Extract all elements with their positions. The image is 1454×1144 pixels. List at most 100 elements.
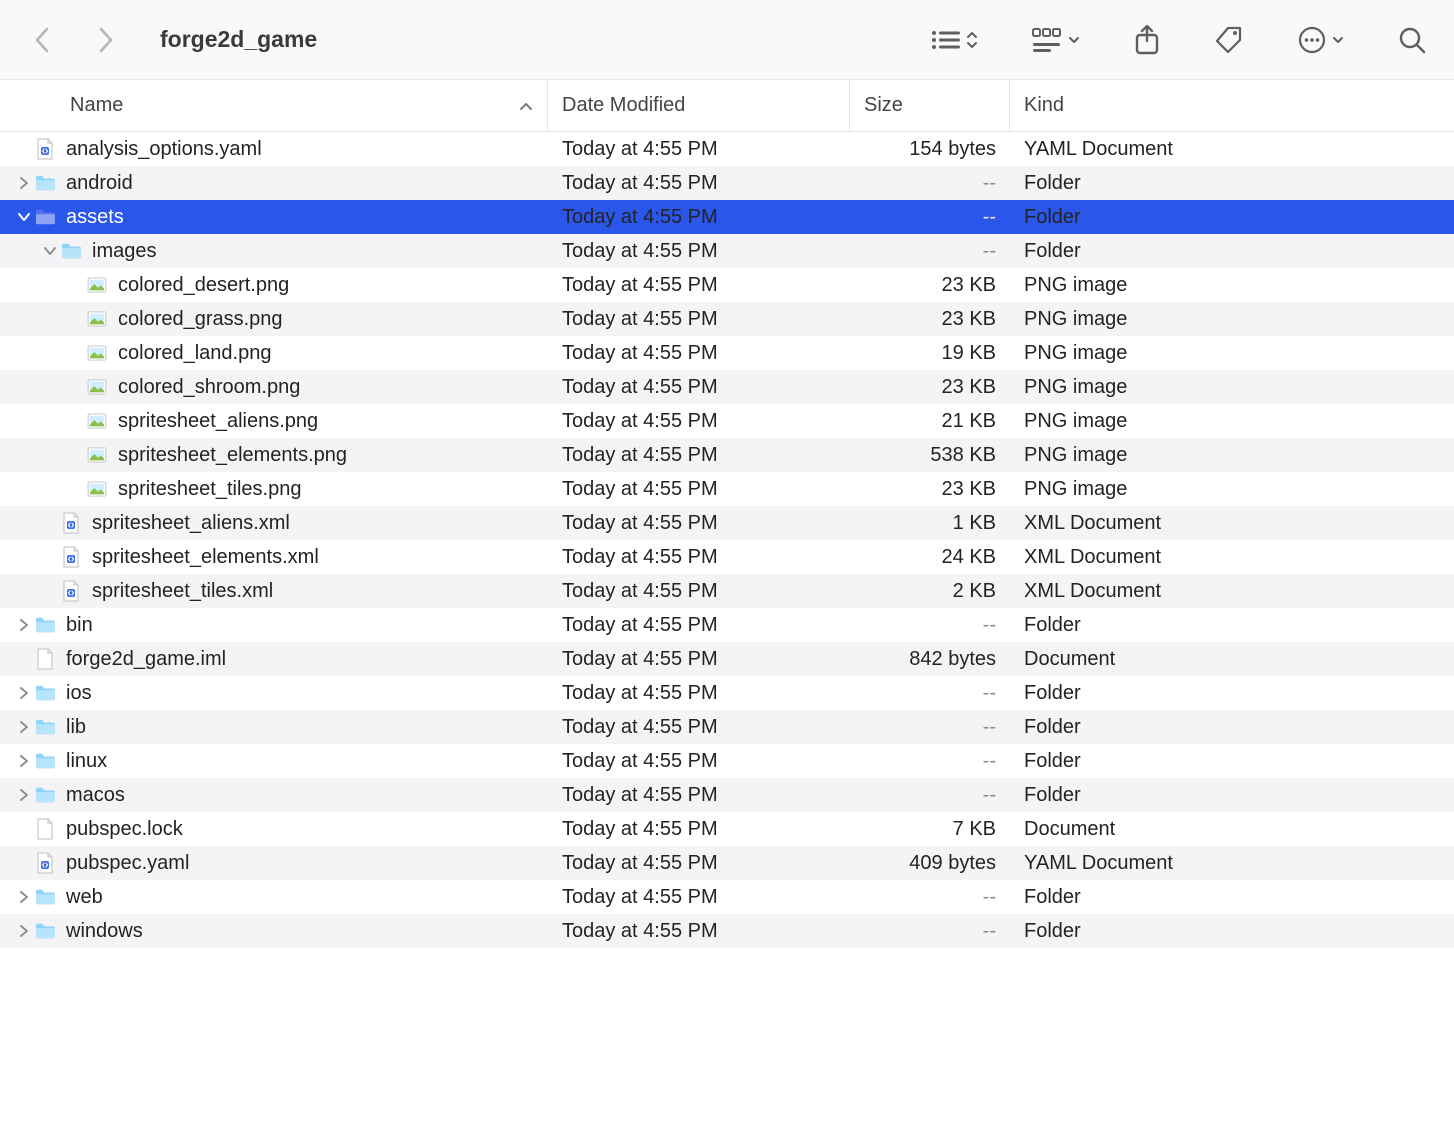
file-name-label: colored_grass.png: [118, 308, 283, 331]
cell-name: bin: [0, 614, 548, 637]
file-row[interactable]: colored_land.pngToday at 4:55 PM19 KBPNG…: [0, 336, 1454, 370]
file-row[interactable]: macosToday at 4:55 PM--Folder: [0, 778, 1454, 812]
cell-kind: PNG image: [1010, 274, 1454, 297]
file-row[interactable]: binToday at 4:55 PM--Folder: [0, 608, 1454, 642]
action-menu-button[interactable]: [1298, 26, 1344, 54]
file-name-label: ios: [66, 682, 92, 705]
group-button[interactable]: [1032, 28, 1080, 52]
file-row[interactable]: spritesheet_tiles.pngToday at 4:55 PM23 …: [0, 472, 1454, 506]
file-row[interactable]: colored_grass.pngToday at 4:55 PM23 KBPN…: [0, 302, 1454, 336]
file-name-label: spritesheet_tiles.xml: [92, 580, 273, 603]
file-row[interactable]: assetsToday at 4:55 PM--Folder: [0, 200, 1454, 234]
cell-size: 842 bytes: [850, 648, 1010, 671]
disclosure-closed-icon[interactable]: [14, 925, 34, 937]
file-row[interactable]: spritesheet_tiles.xmlToday at 4:55 PM2 K…: [0, 574, 1454, 608]
file-row[interactable]: webToday at 4:55 PM--Folder: [0, 880, 1454, 914]
disclosure-open-icon[interactable]: [14, 212, 34, 222]
file-row[interactable]: colored_desert.pngToday at 4:55 PM23 KBP…: [0, 268, 1454, 302]
cell-size: --: [850, 886, 1010, 909]
column-header-kind-label: Kind: [1024, 94, 1064, 117]
disclosure-closed-icon[interactable]: [14, 177, 34, 189]
disclosure-closed-icon[interactable]: [14, 755, 34, 767]
cell-kind: XML Document: [1010, 546, 1454, 569]
search-icon: [1398, 26, 1426, 54]
cell-kind: Folder: [1010, 784, 1454, 807]
file-name-label: spritesheet_tiles.png: [118, 478, 301, 501]
cell-kind: Folder: [1010, 716, 1454, 739]
file-row[interactable]: imagesToday at 4:55 PM--Folder: [0, 234, 1454, 268]
up-down-caret-icon: [966, 30, 978, 50]
file-row[interactable]: linuxToday at 4:55 PM--Folder: [0, 744, 1454, 778]
file-name-label: images: [92, 240, 156, 263]
chevron-right-icon: [98, 27, 114, 53]
file-name-label: analysis_options.yaml: [66, 138, 262, 161]
file-row[interactable]: androidToday at 4:55 PM--Folder: [0, 166, 1454, 200]
cell-date: Today at 4:55 PM: [548, 580, 850, 603]
cell-name: macos: [0, 784, 548, 807]
column-header-name[interactable]: Name: [0, 80, 548, 131]
cell-kind: YAML Document: [1010, 138, 1454, 161]
file-row[interactable]: spritesheet_aliens.xmlToday at 4:55 PM1 …: [0, 506, 1454, 540]
png-image-icon: [86, 478, 108, 500]
folder-icon: [34, 784, 56, 806]
chevron-down-icon: [1332, 35, 1344, 45]
file-name-label: android: [66, 172, 133, 195]
cell-date: Today at 4:55 PM: [548, 886, 850, 909]
nav-back-button[interactable]: [28, 26, 56, 54]
xml-file-icon: [60, 546, 82, 568]
file-row[interactable]: libToday at 4:55 PM--Folder: [0, 710, 1454, 744]
disclosure-closed-icon[interactable]: [14, 891, 34, 903]
file-name-label: spritesheet_elements.png: [118, 444, 347, 467]
file-row[interactable]: pubspec.lockToday at 4:55 PM7 KBDocument: [0, 812, 1454, 846]
file-row[interactable]: iosToday at 4:55 PM--Folder: [0, 676, 1454, 710]
cell-name: spritesheet_elements.png: [0, 444, 548, 467]
file-name-label: assets: [66, 206, 124, 229]
cell-size: 1 KB: [850, 512, 1010, 535]
column-header-size-label: Size: [864, 94, 903, 117]
cell-name: web: [0, 886, 548, 909]
cell-date: Today at 4:55 PM: [548, 410, 850, 433]
nav-forward-button[interactable]: [92, 26, 120, 54]
disclosure-open-icon[interactable]: [40, 246, 60, 256]
column-header-kind[interactable]: Kind: [1010, 80, 1454, 131]
cell-kind: PNG image: [1010, 308, 1454, 331]
file-row[interactable]: spritesheet_aliens.pngToday at 4:55 PM21…: [0, 404, 1454, 438]
tags-button[interactable]: [1214, 25, 1244, 55]
cell-name: assets: [0, 206, 548, 229]
folder-icon: [34, 920, 56, 942]
view-list-button[interactable]: [930, 28, 978, 52]
file-row[interactable]: analysis_options.yamlToday at 4:55 PM154…: [0, 132, 1454, 166]
file-name-label: web: [66, 886, 103, 909]
file-row[interactable]: pubspec.yamlToday at 4:55 PM409 bytesYAM…: [0, 846, 1454, 880]
cell-size: --: [850, 750, 1010, 773]
cell-name: spritesheet_aliens.png: [0, 410, 548, 433]
disclosure-closed-icon[interactable]: [14, 687, 34, 699]
list-view-icon: [930, 28, 960, 52]
file-row[interactable]: colored_shroom.pngToday at 4:55 PM23 KBP…: [0, 370, 1454, 404]
cell-size: 23 KB: [850, 376, 1010, 399]
cell-name: linux: [0, 750, 548, 773]
disclosure-closed-icon[interactable]: [14, 619, 34, 631]
cell-kind: PNG image: [1010, 376, 1454, 399]
cell-date: Today at 4:55 PM: [548, 716, 850, 739]
search-button[interactable]: [1398, 26, 1426, 54]
file-row[interactable]: spritesheet_elements.pngToday at 4:55 PM…: [0, 438, 1454, 472]
file-name-label: colored_land.png: [118, 342, 271, 365]
toolbar-left: forge2d_game: [28, 26, 317, 54]
cell-size: 7 KB: [850, 818, 1010, 841]
file-row[interactable]: spritesheet_elements.xmlToday at 4:55 PM…: [0, 540, 1454, 574]
png-image-icon: [86, 444, 108, 466]
column-headers: Name Date Modified Size Kind: [0, 80, 1454, 132]
file-list[interactable]: analysis_options.yamlToday at 4:55 PM154…: [0, 132, 1454, 948]
cell-size: --: [850, 682, 1010, 705]
png-image-icon: [86, 342, 108, 364]
column-header-date[interactable]: Date Modified: [548, 80, 850, 131]
cell-date: Today at 4:55 PM: [548, 648, 850, 671]
column-header-size[interactable]: Size: [850, 80, 1010, 131]
disclosure-closed-icon[interactable]: [14, 721, 34, 733]
file-row[interactable]: forge2d_game.imlToday at 4:55 PM842 byte…: [0, 642, 1454, 676]
disclosure-closed-icon[interactable]: [14, 789, 34, 801]
share-button[interactable]: [1134, 25, 1160, 55]
file-row[interactable]: windowsToday at 4:55 PM--Folder: [0, 914, 1454, 948]
folder-icon: [34, 206, 56, 228]
